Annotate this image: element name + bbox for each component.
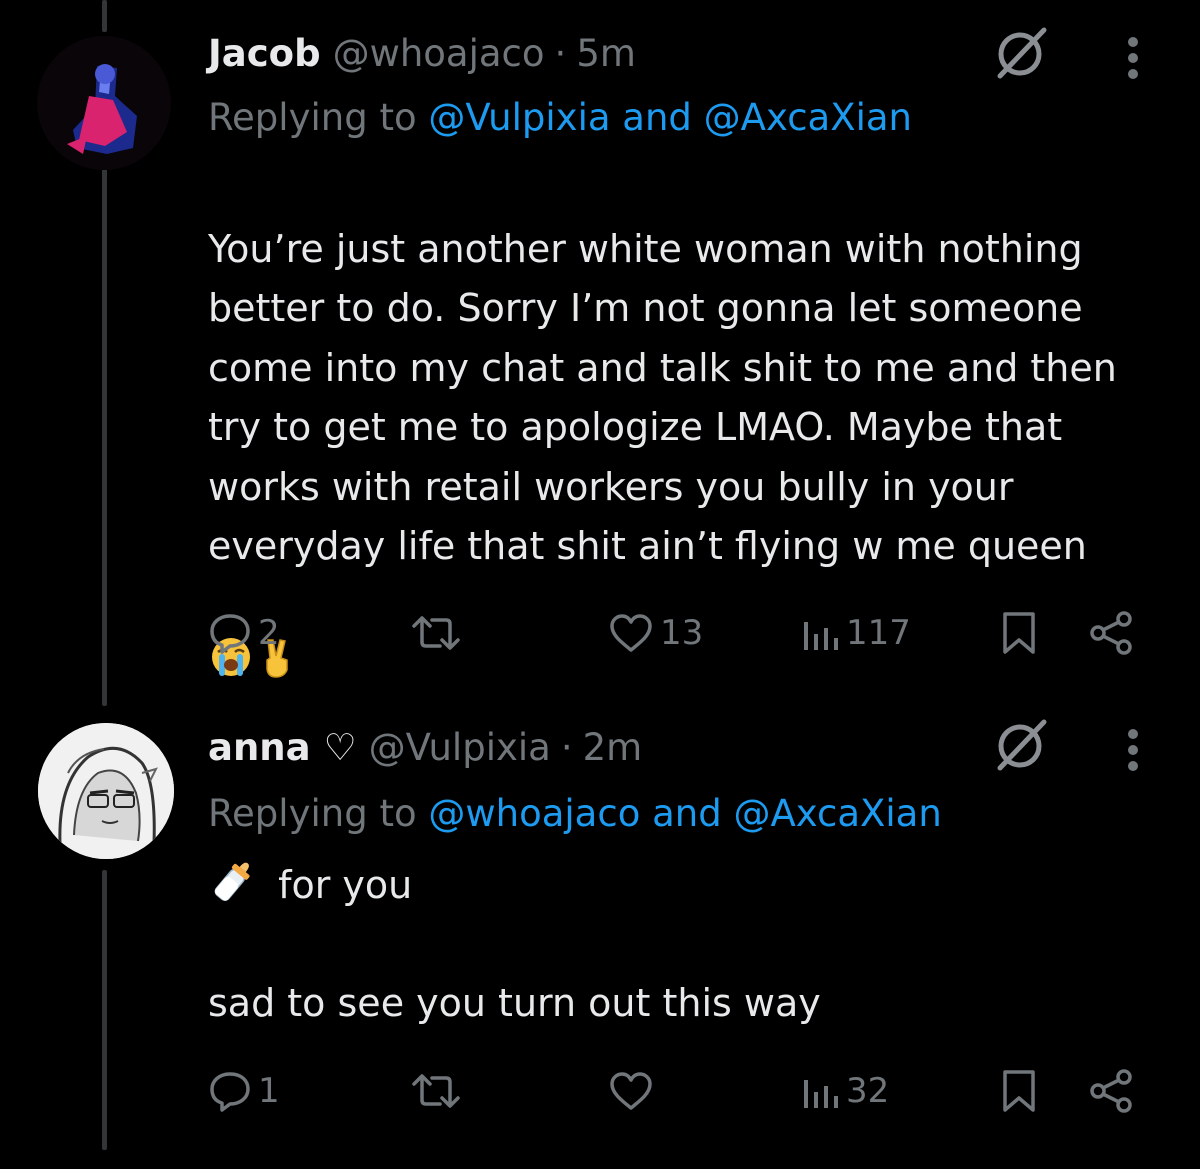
share-icon	[1090, 1069, 1132, 1113]
grok-icon	[997, 27, 1047, 79]
tweet2-dot: ·	[560, 725, 573, 769]
grok-icon	[997, 719, 1047, 771]
tweet1-reply-mentions[interactable]: @Vulpixia and @AxcaXian	[428, 96, 912, 139]
tweet2-more-button[interactable]	[1124, 728, 1142, 772]
bookmark-icon	[1003, 612, 1035, 654]
tweet1-dot: ·	[554, 31, 567, 75]
tweet2-grok-button[interactable]	[992, 718, 1050, 772]
tweet2-handle[interactable]: @Vulpixia	[369, 726, 551, 769]
views-icon	[804, 622, 838, 650]
tweet1-time[interactable]: 5m	[576, 32, 636, 75]
tweet2-body-text-2: sad to see you turn out this way	[208, 981, 821, 1025]
tweet2-share-button[interactable]	[1088, 1068, 1136, 1114]
tweet1-reply-prefix: Replying to	[208, 96, 417, 139]
more-icon	[1128, 37, 1138, 79]
tweet2-reply-mentions[interactable]: @whoajaco and @AxcaXian	[428, 792, 941, 835]
thread-line-mid	[102, 168, 107, 706]
thread-line-bottom	[102, 870, 107, 1150]
bookmark-icon	[1003, 1070, 1035, 1112]
avatar-jacob-image	[37, 36, 171, 170]
tweet1-handle[interactable]: @whoajaco	[333, 32, 545, 75]
tweet2-reply-prefix: Replying to	[208, 792, 417, 835]
tweet1-display-name[interactable]: Jacob	[208, 32, 321, 75]
tweet2-like-button[interactable]	[608, 1070, 660, 1112]
tweet2-repost-button[interactable]	[410, 1070, 468, 1112]
tweet1-header: Jacob @whoajaco · 5m	[208, 23, 636, 83]
tweet1-view-count: 117	[846, 613, 911, 653]
reply-icon	[210, 1072, 250, 1112]
more-icon	[1128, 729, 1138, 771]
like-icon	[610, 614, 652, 652]
tweet2-views-button[interactable]: 32	[800, 1070, 889, 1112]
baby-bottle-icon	[208, 856, 258, 906]
tweet1-repost-button[interactable]	[410, 612, 468, 654]
avatar-jacob[interactable]	[37, 36, 171, 170]
tweet1-body-text: You’re just another white woman with not…	[208, 226, 1117, 569]
reply-icon	[210, 614, 250, 654]
tweet1-reply-count: 2	[258, 613, 280, 653]
tweet1-like-button[interactable]: 13	[608, 612, 703, 654]
tweet2-view-count: 32	[846, 1071, 890, 1111]
tweet2-replying-to: Replying to @whoajaco and @AxcaXian	[208, 792, 942, 835]
repost-icon	[412, 616, 460, 650]
views-icon	[804, 1080, 838, 1108]
tweet1-like-count: 13	[660, 613, 704, 653]
tweet2-reply-button[interactable]: 1	[208, 1070, 280, 1112]
tweet1-reply-button[interactable]: 2	[208, 612, 280, 654]
tweet2-reply-count: 1	[258, 1071, 280, 1111]
tweet1-views-button[interactable]: 117	[800, 612, 911, 654]
like-icon	[610, 1072, 652, 1110]
tweet2-body-line2: sad to see you turn out this way	[208, 974, 821, 1034]
repost-icon	[412, 1074, 460, 1108]
avatar-anna[interactable]	[38, 723, 174, 859]
tweet2-time[interactable]: 2m	[583, 726, 643, 769]
tweet2-display-name[interactable]: anna ♡	[208, 726, 357, 769]
tweet2-body-line1: for you	[206, 856, 412, 916]
share-icon	[1090, 611, 1132, 655]
tweet2-header: anna ♡ @Vulpixia · 2m	[208, 717, 642, 777]
tweet2-bookmark-button[interactable]	[1000, 1068, 1038, 1114]
thread-line-top	[102, 0, 107, 32]
tweet1-replying-to: Replying to @Vulpixia and @AxcaXian	[208, 96, 912, 139]
tweet1-bookmark-button[interactable]	[1000, 610, 1038, 656]
tweet1-more-button[interactable]	[1124, 36, 1142, 80]
tweet2-body-text-1: for you	[278, 863, 413, 907]
avatar-anna-image	[38, 723, 174, 859]
tweet1-grok-button[interactable]	[992, 26, 1050, 80]
tweet1-share-button[interactable]	[1088, 610, 1136, 656]
